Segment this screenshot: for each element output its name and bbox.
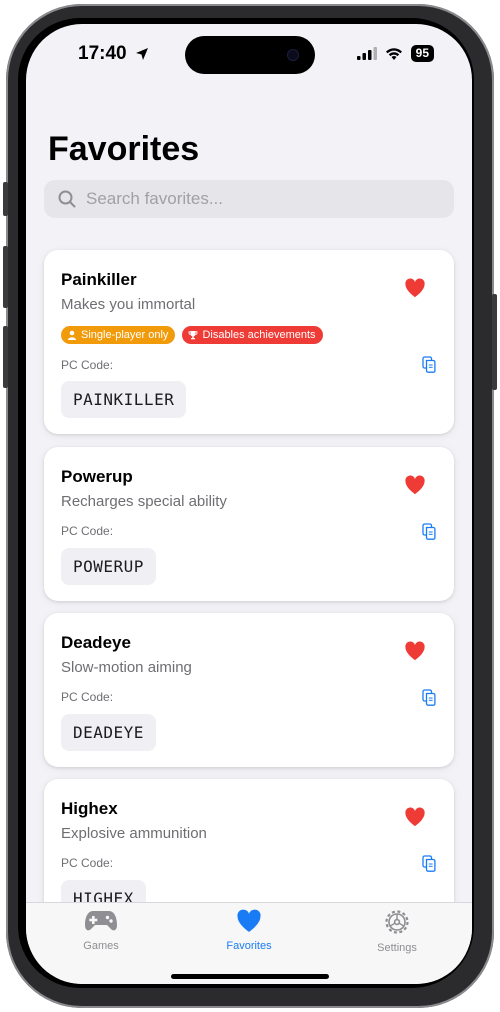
- achievements-badge: Disables achievements: [182, 326, 323, 344]
- cheat-code[interactable]: DEADEYE: [61, 714, 156, 751]
- tab-favorites[interactable]: Favorites: [194, 909, 304, 952]
- battery-indicator: 95: [410, 45, 434, 62]
- cheat-card: Deadeye Slow-motion aiming PC Code: DEAD…: [44, 613, 454, 767]
- copy-icon: [422, 523, 436, 540]
- cellular-signal-icon: [356, 47, 377, 60]
- single-player-badge: Single-player only: [61, 326, 176, 344]
- code-label: PC Code:: [61, 690, 114, 704]
- favorite-toggle-button[interactable]: [404, 278, 426, 303]
- favorite-toggle-button[interactable]: [404, 475, 426, 500]
- gamepad-icon: [85, 911, 117, 931]
- favorite-toggle-button[interactable]: [404, 807, 426, 832]
- volume-down-button: [3, 326, 8, 388]
- cheat-description: Slow-motion aiming: [61, 659, 192, 676]
- copy-code-button[interactable]: [422, 855, 436, 877]
- app-screen: 17:40 95 Favorites Painkiller Makes you …: [26, 24, 472, 984]
- copy-code-button[interactable]: [422, 356, 436, 378]
- home-indicator[interactable]: [171, 974, 329, 979]
- search-input[interactable]: [84, 188, 428, 210]
- person-icon: [68, 330, 76, 340]
- dynamic-island: [185, 36, 315, 74]
- copy-icon: [422, 689, 436, 706]
- code-label: PC Code:: [61, 358, 114, 372]
- status-time: 17:40: [78, 43, 149, 65]
- copy-code-button[interactable]: [422, 523, 436, 545]
- code-label: PC Code:: [61, 524, 114, 538]
- tab-label: Settings: [377, 942, 417, 954]
- badge-row: Single-player only Disables achievements: [61, 326, 323, 344]
- copy-icon: [422, 356, 436, 373]
- search-bar[interactable]: [44, 180, 454, 218]
- heart-icon: [237, 909, 261, 932]
- cheat-name: Powerup: [61, 467, 133, 486]
- copy-code-button[interactable]: [422, 689, 436, 711]
- heart-icon: [405, 475, 425, 495]
- cheat-description: Makes you immortal: [61, 296, 196, 313]
- volume-up-button: [3, 246, 8, 308]
- page-title: Favorites: [48, 130, 200, 168]
- cheat-card: Painkiller Makes you immortal Single-pla…: [44, 250, 454, 434]
- trophy-icon: [188, 331, 198, 340]
- code-label: PC Code:: [61, 856, 114, 870]
- cheat-code[interactable]: PAINKILLER: [61, 381, 187, 418]
- gear-icon: [385, 910, 409, 934]
- tab-settings[interactable]: Settings: [342, 909, 452, 954]
- heart-icon: [405, 807, 425, 827]
- camera-icon: [287, 49, 299, 61]
- cheat-name: Painkiller: [61, 270, 137, 289]
- power-button: [492, 294, 497, 390]
- tab-games[interactable]: Games: [46, 909, 156, 952]
- tab-label: Favorites: [226, 940, 272, 952]
- status-indicators: 95: [356, 45, 434, 62]
- cheat-name: Deadeye: [61, 633, 131, 652]
- cheat-code[interactable]: POWERUP: [61, 548, 156, 585]
- mute-switch: [3, 182, 8, 216]
- tab-bar: Games Favorites Settings: [26, 902, 472, 984]
- wifi-icon: [385, 48, 402, 60]
- tab-label: Games: [83, 940, 119, 952]
- heart-icon: [405, 641, 425, 661]
- location-arrow-icon: [135, 48, 148, 60]
- search-icon: [58, 190, 76, 208]
- cheat-card: Powerup Recharges special ability PC Cod…: [44, 447, 454, 601]
- cheat-name: Highex: [61, 799, 118, 818]
- favorite-toggle-button[interactable]: [404, 641, 426, 666]
- heart-icon: [405, 278, 425, 298]
- cheat-description: Recharges special ability: [61, 493, 227, 510]
- copy-icon: [422, 855, 436, 872]
- cheat-description: Explosive ammunition: [61, 825, 207, 842]
